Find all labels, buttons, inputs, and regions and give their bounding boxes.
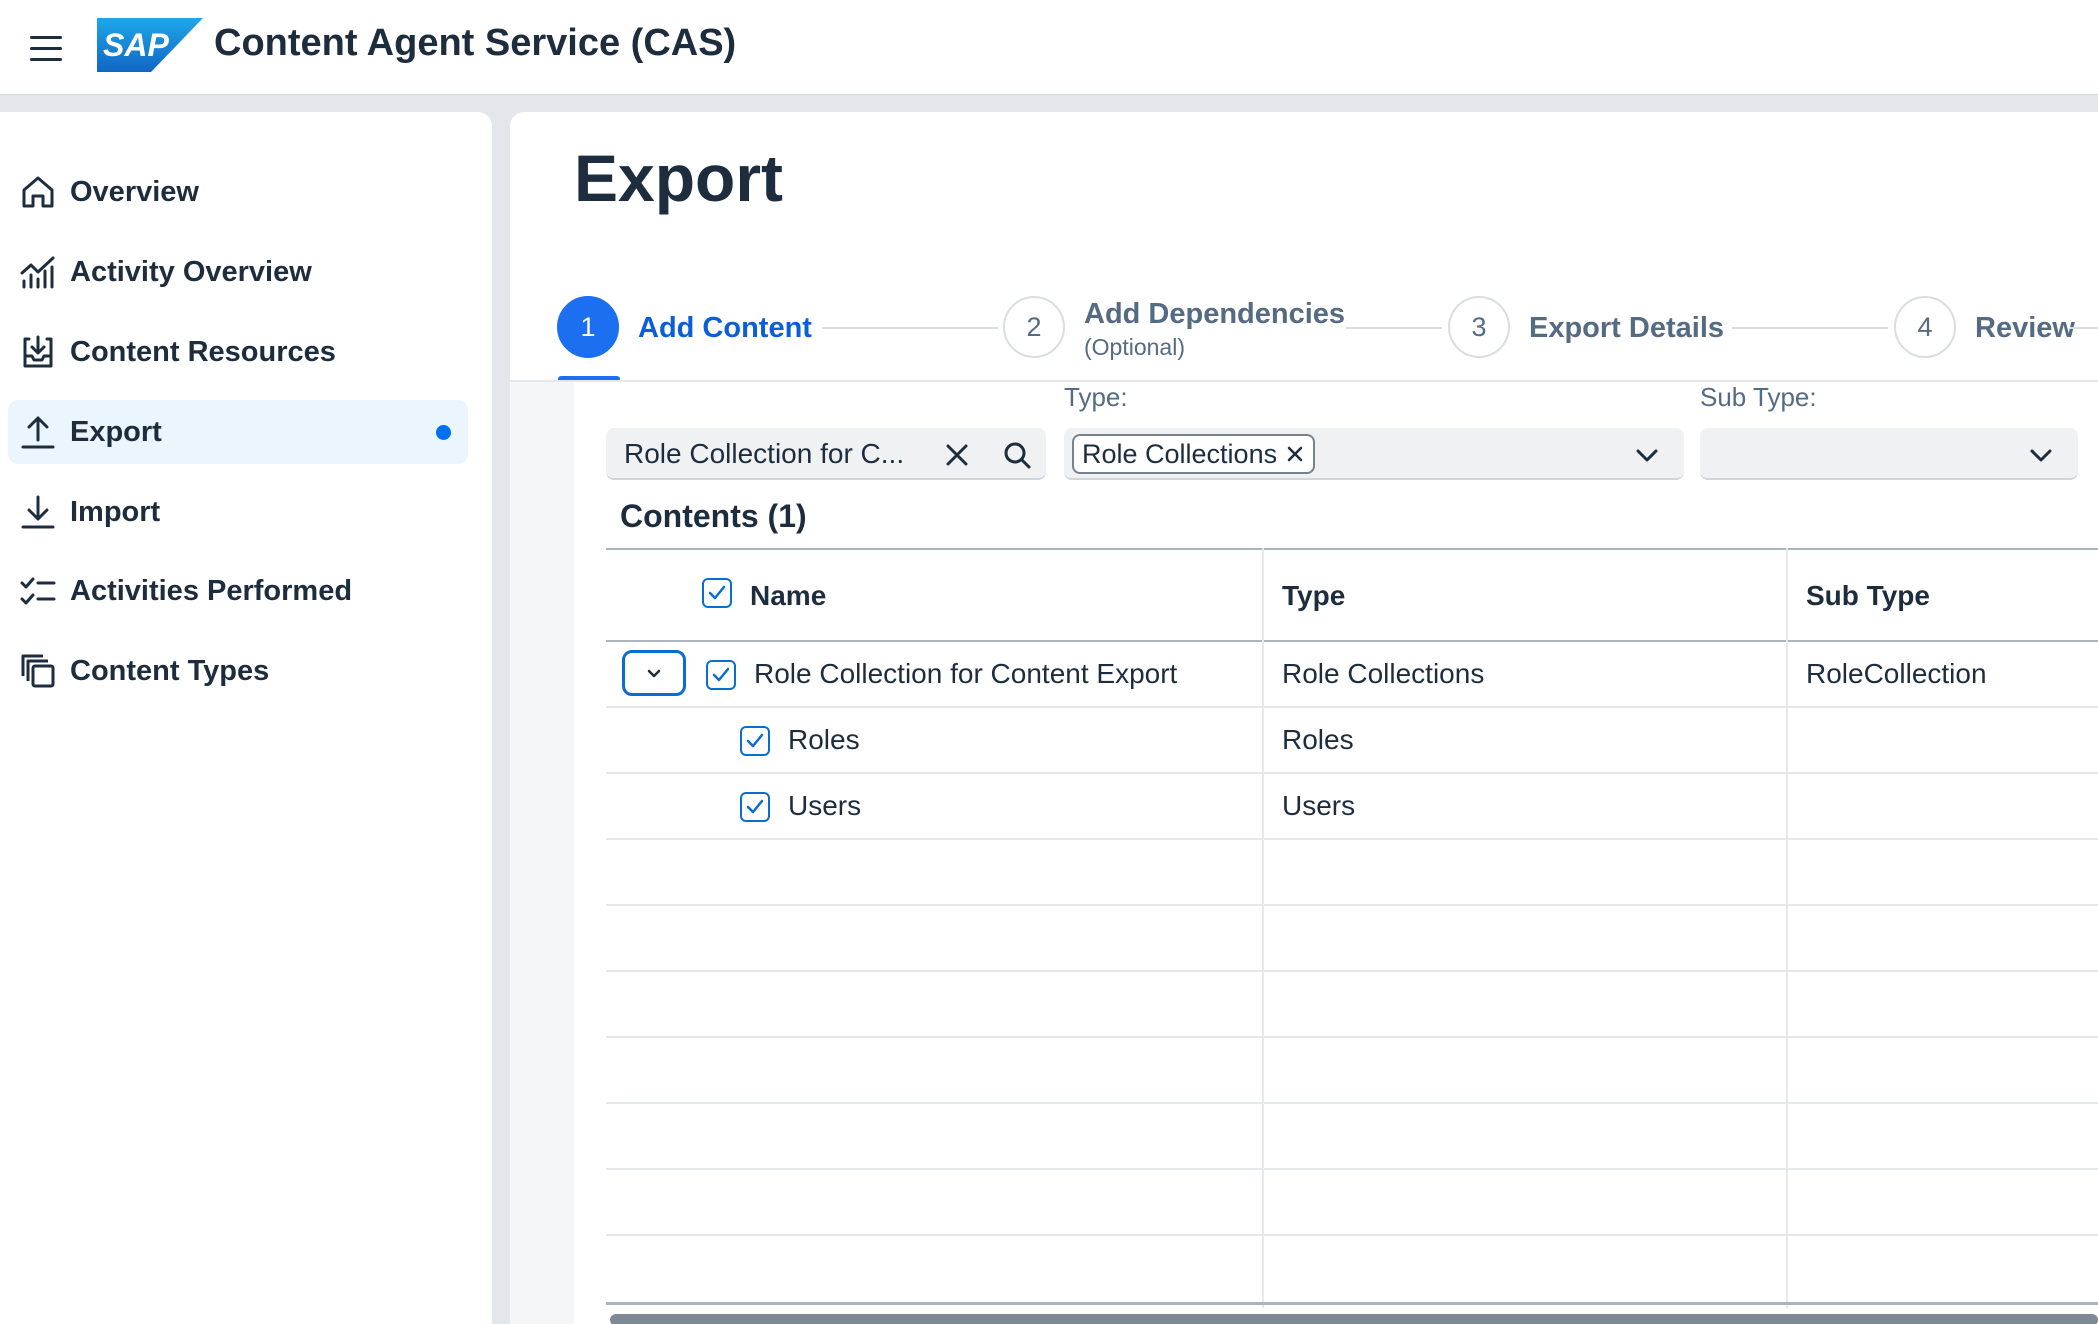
step-connector	[1346, 327, 1442, 329]
table-header: Name Type Sub Type	[606, 548, 2098, 642]
step-label-review[interactable]: Review	[1975, 312, 2075, 345]
nav-label: Content Types	[70, 654, 270, 687]
nav-label: Export	[70, 415, 162, 448]
nav-label: Overview	[70, 175, 199, 208]
search-field[interactable]: Role Collection for C...	[606, 428, 1046, 480]
column-header-name[interactable]: Name	[750, 580, 826, 612]
search-input[interactable]: Role Collection for C...	[624, 438, 904, 470]
checkmark-icon	[708, 585, 726, 600]
empty-row	[606, 906, 2098, 972]
step-sublabel: (Optional)	[1084, 334, 1185, 360]
page-title: Export	[574, 141, 784, 215]
app-title: Content Agent Service (CAS)	[214, 22, 737, 64]
nav-label: Activity Overview	[70, 255, 312, 288]
nav-item-import[interactable]: Import	[8, 480, 468, 544]
download-icon	[18, 492, 58, 532]
svg-text:SAP: SAP	[103, 27, 169, 63]
row-checkbox[interactable]	[740, 792, 770, 822]
chevron-down-icon[interactable]	[1632, 440, 1662, 470]
cell-name: Roles	[788, 724, 860, 755]
empty-row	[606, 840, 2098, 906]
type-filter-label: Type:	[1064, 382, 1128, 412]
home-icon	[18, 172, 58, 212]
table-row[interactable]: Users Users	[606, 774, 2098, 840]
nav-item-activities-performed[interactable]: Activities Performed	[8, 559, 468, 623]
nav-label: Activities Performed	[70, 574, 353, 607]
nav-item-content-types[interactable]: Content Types	[8, 639, 468, 703]
column-header-type[interactable]: Type	[1282, 580, 1345, 612]
subtype-select[interactable]	[1700, 428, 2078, 480]
empty-row	[606, 1104, 2098, 1170]
sap-logo[interactable]: SAP	[97, 18, 203, 72]
shell-bar: SAP Content Agent Service (CAS)	[0, 0, 2098, 95]
type-multicombobox[interactable]: Role Collections	[1064, 428, 1684, 480]
chevron-down-icon[interactable]	[2026, 440, 2056, 470]
step-number: 4	[1917, 311, 1933, 342]
inbox-download-icon	[18, 332, 58, 372]
nav-item-activity-overview[interactable]: Activity Overview	[8, 240, 468, 304]
contents-table: Name Type Sub Type Role Collection for C…	[606, 548, 2098, 1308]
table-title: Contents (1)	[620, 498, 807, 534]
step-label-add-content[interactable]: Add Content	[638, 312, 812, 345]
table-row[interactable]: Roles Roles	[606, 708, 2098, 774]
upload-icon	[18, 412, 58, 452]
nav-label: Import	[70, 495, 161, 528]
wizard-progress: 1 Add Content 2 Add Dependencies (Option…	[510, 272, 2098, 380]
side-navigation: Overview Activity Overview Content Resou…	[0, 112, 492, 1324]
wizard-step-3[interactable]: 3	[1448, 296, 1510, 358]
stacked-pages-icon	[18, 651, 58, 691]
checkmark-icon	[746, 799, 764, 814]
main-panel: Export 1 Add Content 2 Add Dependencies …	[510, 112, 2098, 1324]
step-label-export-details[interactable]: Export Details	[1529, 312, 1724, 345]
select-all-checkbox[interactable]	[702, 578, 732, 608]
empty-row	[606, 1038, 2098, 1104]
checkmark-icon	[712, 667, 730, 682]
step-label-add-dependencies[interactable]: Add Dependencies	[1084, 298, 1345, 331]
activity-chart-icon	[18, 252, 58, 292]
search-icon[interactable]	[1002, 440, 1032, 470]
selected-indicator-dot	[436, 424, 451, 440]
table-row[interactable]: Role Collection for Content Export Role …	[606, 642, 2098, 708]
nav-item-content-resources[interactable]: Content Resources	[8, 320, 468, 384]
checkmark-icon	[746, 733, 764, 748]
cell-name: Users	[788, 790, 862, 821]
type-token[interactable]: Role Collections	[1072, 434, 1316, 474]
column-header-subtype[interactable]: Sub Type	[1806, 580, 1930, 612]
cell-name: Role Collection for Content Export	[754, 658, 1178, 689]
wizard-step-2[interactable]: 2	[1003, 296, 1065, 358]
wizard-step-4[interactable]: 4	[1894, 296, 1956, 358]
row-checkbox[interactable]	[706, 660, 736, 690]
task-list-icon	[18, 571, 58, 611]
clear-icon[interactable]	[942, 440, 972, 470]
cell-subtype: RoleCollection	[1806, 658, 1987, 689]
nav-label: Content Resources	[70, 335, 336, 368]
cell-type: Users	[1282, 790, 1356, 821]
row-checkbox[interactable]	[740, 726, 770, 756]
subtype-filter-label: Sub Type:	[1700, 382, 1817, 412]
wizard-step-1[interactable]: 1	[557, 296, 619, 358]
step-number: 3	[1471, 311, 1487, 342]
menu-icon[interactable]	[30, 30, 66, 66]
token-remove-icon[interactable]	[1285, 444, 1305, 464]
horizontal-scrollbar[interactable]	[610, 1314, 2098, 1324]
empty-row	[606, 1170, 2098, 1236]
collapse-row-button[interactable]	[622, 650, 686, 696]
cell-type: Role Collections	[1282, 658, 1485, 689]
nav-item-overview[interactable]: Overview	[8, 160, 468, 224]
token-label: Role Collections	[1082, 438, 1278, 469]
step-connector	[822, 327, 998, 329]
step-connector	[1732, 327, 1888, 329]
nav-item-export[interactable]: Export	[8, 400, 468, 464]
step-number: 1	[580, 311, 596, 342]
step-connector	[2070, 327, 2098, 329]
step-number: 2	[1026, 311, 1042, 342]
table-bottom-border	[606, 1302, 2098, 1305]
chevron-down-icon	[647, 669, 661, 678]
empty-row	[606, 972, 2098, 1038]
cell-type: Roles	[1282, 724, 1354, 755]
